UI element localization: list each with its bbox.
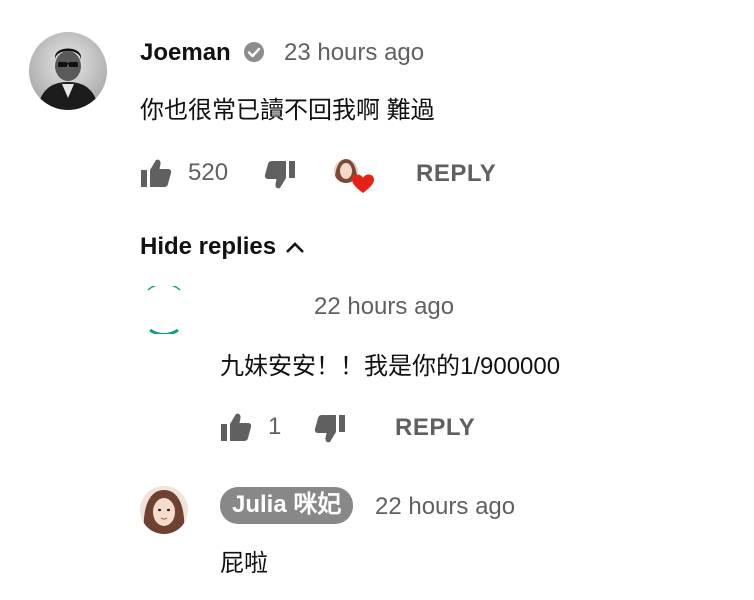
- comment-time[interactable]: 23 hours ago: [284, 39, 424, 67]
- author-avatar[interactable]: [29, 32, 107, 110]
- avatar-image: [29, 32, 107, 110]
- comment-author[interactable]: Joeman: [140, 39, 231, 67]
- dislike-button[interactable]: [264, 160, 296, 190]
- reply-like-count: 1: [268, 413, 282, 440]
- reply-avatar-julia[interactable]: [140, 486, 188, 534]
- like-count: 520: [188, 159, 229, 186]
- chevron-up-icon: [286, 242, 304, 253]
- thumbs-down-icon: [314, 415, 345, 443]
- comment-text: 你也很常已讀不回我啊 難過: [140, 97, 435, 124]
- verified-check-icon: [243, 41, 265, 63]
- reply-time[interactable]: 22 hours ago: [314, 293, 454, 321]
- thumbs-up-icon: [221, 413, 252, 441]
- hide-replies-label: Hide replies: [140, 233, 277, 260]
- thumbs-up-icon: [141, 159, 172, 187]
- avatar-image: [140, 486, 188, 534]
- creator-heart-icon: [352, 174, 374, 193]
- author-chip[interactable]: Julia 咪妃: [220, 487, 354, 524]
- reply-time-2[interactable]: 22 hours ago: [375, 493, 515, 521]
- reply-dislike-button[interactable]: [314, 414, 346, 444]
- reply-text: 九妹安安！！我是你的1/900000: [220, 353, 561, 380]
- creator-heart: [333, 157, 377, 197]
- reply-reply-button[interactable]: REPLY: [395, 414, 475, 442]
- thumbs-down-icon: [264, 161, 295, 189]
- hide-replies-button[interactable]: Hide replies: [140, 231, 306, 263]
- reply-avatar[interactable]: [140, 286, 188, 334]
- reply-like-button[interactable]: [220, 412, 252, 442]
- like-button[interactable]: [140, 158, 172, 188]
- reply-button[interactable]: REPLY: [416, 160, 496, 188]
- reply-text-2: 屁啦: [220, 550, 268, 577]
